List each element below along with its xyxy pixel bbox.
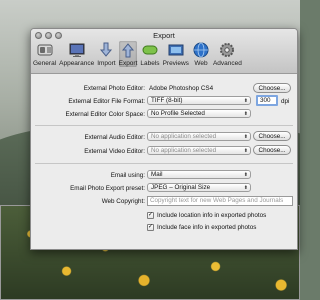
- tab-previews[interactable]: Previews: [163, 41, 189, 67]
- choose-photo-editor-button[interactable]: Choose...: [253, 83, 291, 93]
- switch-icon: [36, 41, 54, 59]
- popup-arrows-icon: ⬍: [243, 111, 248, 117]
- tab-appearance-label: Appearance: [59, 60, 95, 67]
- file-format-value: TIFF (8-bit): [151, 97, 183, 104]
- title-bar[interactable]: Export General Appearance Import Export …: [31, 29, 297, 74]
- globe-icon: [192, 41, 210, 59]
- tab-import-label: Import: [97, 60, 116, 67]
- photo-editor-value: Adobe Photoshop CS4: [149, 85, 214, 92]
- check-mark-icon: ✓: [148, 212, 154, 218]
- gear-icon: [218, 41, 236, 59]
- tab-general-label: General: [33, 60, 57, 67]
- labels-icon: [141, 41, 159, 59]
- export-arrow-icon: [119, 41, 137, 59]
- preferences-window: Export General Appearance Import Export …: [30, 28, 298, 250]
- tab-web[interactable]: Web: [192, 41, 210, 67]
- separator: [35, 125, 293, 126]
- audio-editor-popup[interactable]: No application selected ⬍: [147, 132, 251, 141]
- export-pane: External Photo Editor: Adobe Photoshop C…: [31, 74, 297, 249]
- popup-arrows-icon: ⬍: [243, 134, 248, 140]
- include-location-checkbox[interactable]: ✓: [147, 212, 154, 219]
- tab-advanced[interactable]: Advanced: [213, 41, 242, 67]
- color-space-label: External Editor Color Space:: [65, 111, 145, 118]
- popup-arrows-icon: ⬍: [243, 172, 248, 178]
- choose-audio-editor-button[interactable]: Choose...: [253, 131, 291, 141]
- export-preset-value: JPEG – Original Size: [151, 184, 211, 191]
- export-preset-popup[interactable]: JPEG – Original Size ⬍: [147, 183, 251, 192]
- tab-appearance[interactable]: Appearance: [59, 41, 94, 67]
- color-space-popup[interactable]: No Profile Selected ⬍: [147, 109, 251, 118]
- tab-labels[interactable]: Labels: [140, 41, 160, 67]
- separator: [35, 163, 293, 164]
- include-location-label: Include location info in exported photos: [157, 212, 267, 219]
- web-copyright-input[interactable]: Copyright text for new Web Pages and Jou…: [147, 196, 293, 206]
- tab-advanced-label: Advanced: [212, 60, 242, 67]
- dpi-field[interactable]: 300: [256, 95, 278, 106]
- check-mark-icon: ✓: [148, 224, 154, 230]
- tab-web-label: Web: [194, 60, 208, 67]
- video-editor-popup[interactable]: No application selected ⬍: [147, 146, 251, 155]
- web-copyright-label: Web Copyright:: [101, 198, 145, 205]
- popup-arrows-icon: ⬍: [243, 98, 248, 104]
- email-using-value: Mail: [151, 171, 163, 178]
- audio-editor-label: External Audio Editor:: [84, 134, 145, 141]
- tab-previews-label: Previews: [162, 60, 189, 67]
- import-arrow-icon: [97, 41, 115, 59]
- email-using-popup[interactable]: Mail ⬍: [147, 170, 251, 179]
- previews-icon: [167, 41, 185, 59]
- file-format-label: External Editor File Format:: [68, 98, 145, 105]
- tab-import[interactable]: Import: [97, 41, 116, 67]
- popup-arrows-icon: ⬍: [243, 185, 248, 191]
- audio-editor-value: No application selected: [151, 133, 217, 140]
- toolbar: General Appearance Import Export Labels …: [33, 41, 245, 67]
- tab-general[interactable]: General: [33, 41, 56, 67]
- tab-export[interactable]: Export: [118, 41, 138, 67]
- web-copyright-placeholder: Copyright text for new Web Pages and Jou…: [150, 197, 284, 204]
- window-title: Export: [153, 31, 175, 40]
- photo-editor-label: External Photo Editor:: [83, 85, 145, 92]
- video-editor-label: External Video Editor:: [84, 148, 145, 155]
- popup-arrows-icon: ⬍: [243, 148, 248, 154]
- file-format-popup[interactable]: TIFF (8-bit) ⬍: [147, 96, 251, 105]
- color-space-value: No Profile Selected: [151, 110, 205, 117]
- choose-video-editor-button[interactable]: Choose...: [253, 145, 291, 155]
- export-preset-label: Email Photo Export preset:: [70, 185, 145, 192]
- include-face-checkbox[interactable]: ✓: [147, 224, 154, 231]
- include-face-label: Include face info in exported photos: [157, 224, 257, 231]
- video-editor-value: No application selected: [151, 147, 217, 154]
- tab-export-label: Export: [118, 60, 138, 67]
- display-icon: [68, 41, 86, 59]
- email-using-label: Email using:: [110, 172, 145, 179]
- tab-labels-label: Labels: [140, 60, 160, 67]
- dpi-unit: dpi: [281, 98, 290, 105]
